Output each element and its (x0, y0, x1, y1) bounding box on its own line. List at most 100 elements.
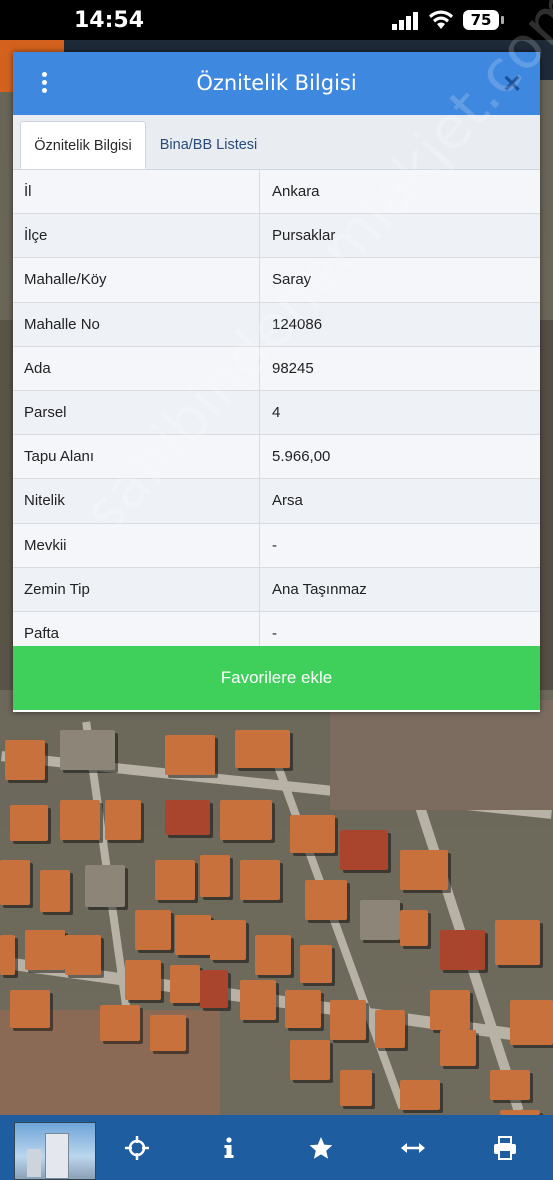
row-key: Ada (13, 346, 260, 390)
table-row: Nitelik Arsa (13, 479, 540, 524)
row-value: Ana Taşınmaz (272, 580, 367, 598)
building (375, 1010, 405, 1048)
row-value: 4 (272, 403, 281, 421)
info-icon[interactable] (216, 1135, 242, 1161)
building (430, 990, 470, 1030)
building (235, 730, 290, 768)
status-bar: 14:54 75 (0, 0, 553, 40)
print-icon[interactable] (492, 1135, 518, 1161)
wifi-icon (429, 10, 453, 29)
dialog-title: Öznitelik Bilgisi (196, 71, 357, 95)
row-key: İl (13, 170, 260, 214)
building (290, 1040, 330, 1080)
table-row: Mahalle/Köy Saray (13, 258, 540, 303)
building (60, 800, 100, 840)
building (200, 970, 228, 1008)
building (495, 920, 540, 965)
battery-tip (501, 16, 504, 24)
building (165, 735, 215, 775)
building (210, 920, 246, 960)
building (5, 740, 45, 780)
building-thumbnail[interactable] (14, 1122, 96, 1180)
building (155, 860, 195, 900)
building (255, 935, 291, 975)
building (200, 855, 230, 897)
add-to-favorites-button[interactable]: Favorilere ekle (13, 646, 540, 710)
building (400, 850, 448, 890)
building (490, 1070, 530, 1100)
crosshair-icon[interactable] (124, 1135, 150, 1161)
table-row: Mahalle No 124086 (13, 302, 540, 347)
building (300, 945, 332, 983)
building (125, 960, 161, 1000)
building (0, 860, 30, 905)
row-value: 98245 (272, 359, 314, 377)
row-value: Ankara (272, 183, 320, 200)
signal-icon (392, 12, 418, 30)
building (340, 830, 388, 870)
star-icon[interactable] (308, 1135, 334, 1161)
arrows-icon[interactable] (400, 1135, 426, 1161)
building (440, 930, 485, 970)
row-value: - (272, 536, 277, 554)
close-icon[interactable]: ✕ (502, 70, 522, 99)
row-value: Saray (272, 271, 312, 289)
table-row: İl Ankara (13, 170, 540, 215)
dialog-header: Öznitelik Bilgisi ✕ (13, 52, 540, 115)
row-key: Zemin Tip (13, 567, 260, 611)
building (150, 1015, 186, 1051)
building (105, 800, 141, 840)
building (240, 980, 276, 1020)
building (170, 965, 200, 1003)
battery-indicator: 75 (463, 10, 499, 30)
building (135, 910, 171, 950)
building (85, 865, 125, 907)
row-key: İlçe (13, 214, 260, 258)
building (360, 900, 400, 940)
building (165, 800, 210, 835)
row-key: Mahalle/Köy (13, 258, 260, 302)
status-time: 14:54 (74, 8, 145, 33)
building (65, 935, 101, 975)
building (10, 990, 50, 1028)
row-key: Tapu Alanı (13, 435, 260, 479)
building (0, 935, 15, 975)
dialog-tabs: Öznitelik Bilgisi Bina/BB Listesi (13, 115, 540, 170)
building (305, 880, 347, 920)
bottom-toolbar (0, 1115, 553, 1180)
building (285, 990, 321, 1028)
building (330, 1000, 366, 1040)
field (0, 320, 14, 690)
tab-attribute-info[interactable]: Öznitelik Bilgisi (20, 121, 146, 169)
row-key: Mahalle No (13, 302, 260, 346)
attribute-info-dialog: Öznitelik Bilgisi ✕ Öznitelik Bilgisi Bi… (13, 52, 540, 712)
row-value: Arsa (272, 492, 303, 510)
row-value: 124086 (272, 315, 323, 333)
tab-building-list[interactable]: Bina/BB Listesi (146, 121, 271, 169)
table-row: İlçe Pursaklar (13, 214, 540, 259)
row-key: Parsel (13, 390, 260, 435)
building (240, 860, 280, 900)
building (10, 805, 48, 841)
row-value: Pursaklar (272, 227, 336, 245)
building (220, 800, 272, 840)
building (175, 915, 211, 955)
building (510, 1000, 553, 1045)
attribute-table: İl Ankara İlçe Pursaklar Mahalle/Köy Saray … (13, 170, 540, 657)
building (60, 730, 115, 770)
building (340, 1070, 372, 1106)
row-key: Nitelik (13, 479, 260, 523)
table-row: Mevkii - (13, 523, 540, 568)
building (400, 910, 428, 946)
table-row: Tapu Alanı 5.966,00 (13, 435, 540, 480)
building (25, 930, 65, 970)
building (40, 870, 70, 912)
row-value: 5.966,00 (272, 448, 331, 466)
table-row: Zemin Tip Ana Taşınmaz (13, 567, 540, 612)
field (330, 700, 553, 810)
table-row: Parsel 4 (13, 390, 540, 436)
building (440, 1030, 476, 1066)
row-key: Mevkii (13, 523, 260, 567)
table-row: Ada 98245 (13, 346, 540, 391)
building (400, 1080, 440, 1110)
